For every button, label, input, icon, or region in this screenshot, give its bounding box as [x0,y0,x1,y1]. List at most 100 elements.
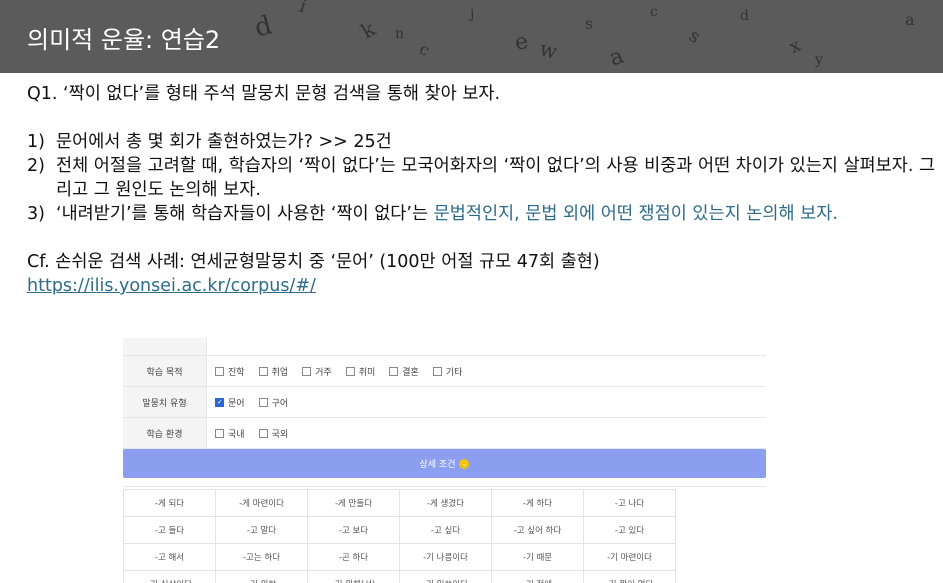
filter-option[interactable]: 구어 [258,396,289,409]
pattern-cell[interactable]: -기 마련이다 [583,543,676,571]
item-text: 문어에서 총 몇 회가 출현하였는가? >> 25건 [56,132,392,152]
pattern-cell[interactable]: -고는 하다 [215,543,308,571]
slide-title: 의미적 운율: 연습2 [27,26,221,54]
filter-row-corpus-type: 말뭉치 유형 문어 구어 [123,387,766,418]
filter-options: 국내 국외 [207,418,766,448]
pattern-cell[interactable]: -고 해서 [123,543,216,571]
chevron-down-icon: ⌄ [459,458,470,469]
corpus-search-screenshot: 학습 목적 진학취업거주취미결혼기타 말뭉치 유형 문어구어 학습 환경 국내국… [123,338,766,583]
decorative-letter: a [606,43,628,72]
pattern-cell[interactable]: -곤 하다 [307,543,400,571]
filter-option-label: 진학 [228,367,245,378]
item-number: 2) [27,156,45,176]
pattern-cell[interactable]: -기 위해(서) [307,570,400,583]
pattern-cell[interactable]: -게 하다 [491,489,584,517]
pattern-cell[interactable]: -기 위한 [215,570,308,583]
item-number: 1) [27,132,45,152]
filter-option[interactable]: 국내 [215,427,245,440]
decorative-letter: a [905,10,915,29]
decorative-letter: e [512,29,531,56]
pattern-row: -고 들다 -고 말다 -고 보다 -고 싶다 -고 싶어 하다 -고 있다 [123,516,766,544]
decorative-letter: y [815,52,823,68]
filter-row-environment: 학습 환경 국내 국외 [123,418,766,449]
item-text: 전체 어절을 고려할 때, 학습자의 ‘짝이 없다’는 모국어화자의 ‘짝이 없… [56,156,936,200]
filter-label: 학습 환경 [123,418,207,448]
filter-option[interactable]: 기타 [432,365,463,378]
checkbox[interactable] [302,366,312,376]
pattern-cell[interactable]: -고 들다 [123,516,216,544]
checkbox[interactable] [215,397,224,407]
pattern-cell[interactable]: -기 나름이다 [399,543,492,571]
filter-label: 학습 목적 [123,356,207,386]
question-text: Q1. ‘짝이 없다’를 형태 주석 말뭉치 문형 검색을 통해 찾아 보자. [27,84,501,104]
decorative-letter: n [395,26,405,42]
item-text: ‘내려받기’를 통해 학습자들이 사용한 ‘짝이 없다’는 문법적인지, 문법 … [56,202,939,226]
filter-option[interactable]: 취업 [258,365,288,378]
pattern-cell[interactable]: -고 보다 [307,516,400,544]
filter-option[interactable]: 국외 [258,427,289,440]
decorative-letter: d [251,10,276,44]
title-banner: d i k n c j e w s a c s d x y a 의미적 운율: … [0,0,943,73]
item-text-plain: ‘내려받기’를 통해 학습자들이 사용한 ‘짝이 없다’는 [56,204,434,224]
detail-conditions-button[interactable]: 상세 조건 ⌄ [123,449,766,478]
item-number: 3) [27,204,45,224]
decorative-letter: d [740,8,749,24]
decorative-letter: x [786,34,805,59]
pattern-cell[interactable]: -게 만들다 [307,489,400,517]
slide-body: Q1. ‘짝이 없다’를 형태 주석 말뭉치 문형 검색을 통해 찾아 보자. … [27,80,939,298]
pattern-cell[interactable]: -고 있다 [583,516,676,544]
filter-option-label: 거주 [315,367,332,378]
pattern-cell[interactable]: -기 일쑤이다 [399,570,492,583]
checkbox[interactable] [258,428,268,438]
list-item: 2) 전체 어절을 고려할 때, 학습자의 ‘짝이 없다’는 모국어화자의 ‘짝… [27,154,939,202]
filter-option-label: 기타 [445,367,463,378]
pattern-cell[interactable]: -기 짝이 없다 [583,570,676,583]
decorative-letter: c [416,38,433,61]
decorative-letter: w [537,36,560,64]
filter-option[interactable]: 취미 [345,365,376,378]
pattern-cell[interactable]: -고 싶어 하다 [491,516,584,544]
checkbox[interactable] [345,366,355,376]
pattern-row: -고 해서 -고는 하다 -곤 하다 -기 나름이다 -기 때문 -기 마련이다 [123,543,766,571]
filter-option[interactable]: 진학 [215,365,245,378]
decorative-letter: c [650,4,658,20]
filter-option[interactable]: 문어 [215,396,245,409]
detail-conditions-label: 상세 조건 [419,460,456,470]
decorative-letter: s [685,25,704,48]
pattern-grid: -게 되다 -게 마련이다 -게 만들다 -게 생겼다 -게 하다 -고 나다 -고 들다 -… [123,489,766,583]
filter-option-label: 국내 [228,429,245,440]
checkbox[interactable] [215,428,224,438]
pattern-cell[interactable]: -게 마련이다 [215,489,308,517]
pattern-row: -게 되다 -게 마련이다 -게 만들다 -게 생겼다 -게 하다 -고 나다 [123,489,766,517]
filter-row-partial [123,338,766,356]
list-item: 1) 문어에서 총 몇 회가 출현하였는가? >> 25건 [27,130,939,154]
checkbox[interactable] [389,366,399,376]
filter-option[interactable]: 거주 [302,365,332,378]
checkbox[interactable] [258,366,268,376]
pattern-cell[interactable]: -기 전에 [491,570,584,583]
decorative-letter: s [585,14,594,33]
filter-options: 문어 구어 [207,387,766,417]
pattern-cell[interactable]: -게 되다 [123,489,216,517]
checkbox[interactable] [432,366,442,376]
filter-label: 말뭉치 유형 [123,387,207,417]
decorative-letter: k [356,16,380,44]
corpus-link[interactable]: https://ilis.yonsei.ac.kr/corpus/#/ [27,276,316,296]
pattern-cell[interactable]: -기 십상이다 [123,570,216,583]
filter-option[interactable]: 결혼 [389,365,419,378]
checkbox[interactable] [258,397,268,407]
checkbox[interactable] [215,366,224,376]
pattern-cell[interactable]: -기 때문 [491,543,584,571]
item-text-highlight: 문법적인지, 문법 외에 어떤 쟁점이 있는지 논의해 보자. [433,204,838,224]
decorative-letter: j [470,6,475,22]
pattern-cell[interactable]: -고 싶다 [399,516,492,544]
pattern-cell[interactable]: -게 생겼다 [399,489,492,517]
pattern-cell[interactable]: -고 말다 [215,516,308,544]
filter-option-label: 국외 [271,429,289,440]
pattern-row: -기 십상이다-기 위한-기 위해(서)-기 일쑤이다-기 전에-기 짝이 없다 [123,570,766,583]
pattern-cell[interactable]: -고 나다 [583,489,676,517]
filter-option-label: 취미 [358,367,376,378]
filter-option-label: 구어 [271,398,289,409]
filter-option-label: 결혼 [402,367,419,378]
list-item: 3) ‘내려받기’를 통해 학습자들이 사용한 ‘짝이 없다’는 문법적인지, … [27,202,939,226]
